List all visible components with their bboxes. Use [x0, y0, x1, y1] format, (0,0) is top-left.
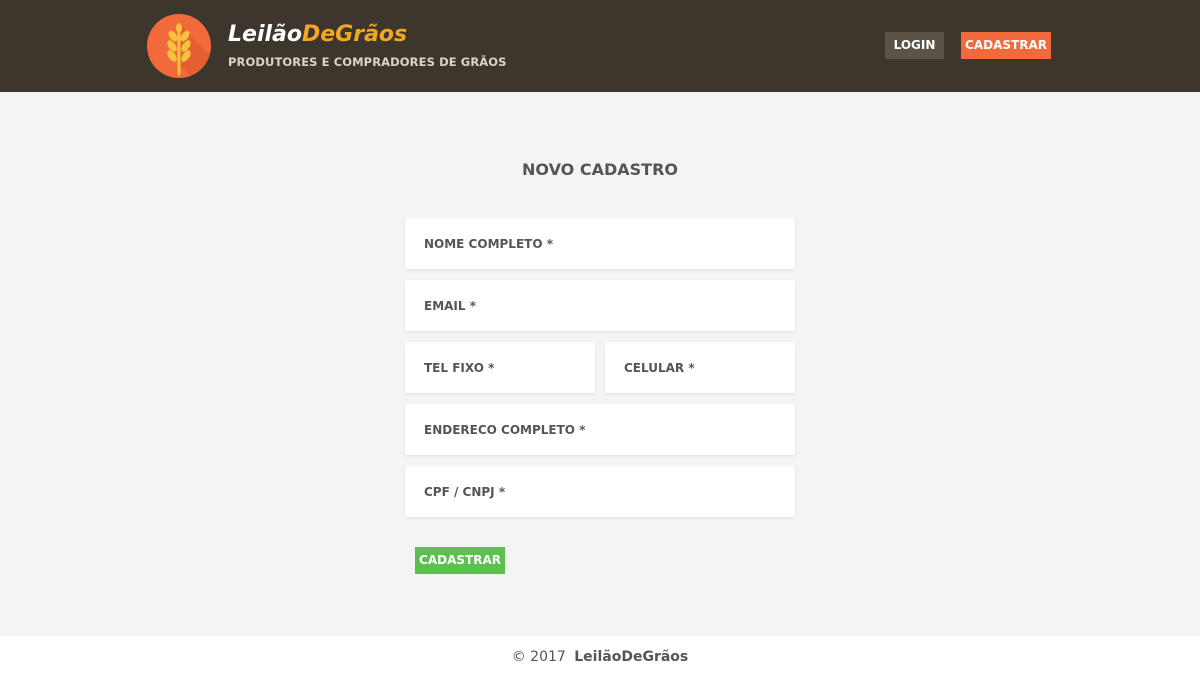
address-field[interactable]	[405, 404, 795, 455]
site-header: LeilãoDeGrãos PRODUTORES E COMPRADORES D…	[0, 0, 1200, 92]
brand-name-part3: Grãos	[335, 22, 408, 47]
site-footer: © 2017 LeilãoDeGrãos	[0, 636, 1200, 677]
wheat-icon[interactable]	[147, 14, 211, 78]
footer-brand: LeilãoDeGrãos	[574, 649, 689, 665]
mobile-phone-field[interactable]	[605, 342, 795, 393]
brand-name-part2: De	[301, 22, 336, 47]
brand-tagline: PRODUTORES E COMPRADORES DE GRÃOS	[228, 55, 507, 69]
register-button[interactable]: CADASTRAR	[961, 32, 1051, 59]
submit-register-button[interactable]: CADASTRAR	[415, 547, 505, 574]
copyright-text: © 2017	[511, 649, 566, 665]
landline-phone-field[interactable]	[405, 342, 595, 393]
cpf-cnpj-field[interactable]	[405, 466, 795, 517]
full-name-field[interactable]	[405, 218, 795, 269]
brand-name-part1: Leilão	[228, 22, 302, 47]
brand-name[interactable]: LeilãoDeGrãos	[228, 22, 407, 47]
page-title: NOVO CADASTRO	[522, 160, 678, 179]
footer-text: © 2017 LeilãoDeGrãos	[0, 649, 1200, 665]
login-button[interactable]: LOGIN	[885, 32, 944, 59]
email-field[interactable]	[405, 280, 795, 331]
